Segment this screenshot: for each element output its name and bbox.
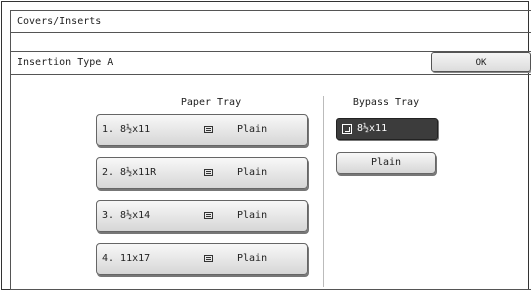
insertion-type-label: Insertion Type A bbox=[17, 57, 114, 68]
paper-tray-button-2[interactable]: 2. 8½x11R Plain bbox=[96, 157, 308, 189]
paper-type-label: Plain bbox=[237, 210, 268, 221]
paper-tray-button-4[interactable]: 4. 11x17 Plain bbox=[96, 243, 308, 275]
paper-tray-button-3[interactable]: 3. 8½x14 Plain bbox=[96, 200, 308, 232]
paper-tray-icon bbox=[204, 212, 213, 219]
bypass-type-button[interactable]: Plain bbox=[336, 152, 436, 174]
window-title: Covers/Inserts bbox=[11, 11, 531, 33]
bypass-tray-icon bbox=[342, 124, 352, 134]
paper-tray-button-1[interactable]: 1. 8½x11 Plain bbox=[96, 114, 308, 146]
paper-type-label: Plain bbox=[237, 167, 268, 178]
tray-size-label: 1. 8½x11 bbox=[102, 124, 151, 135]
bypass-size-button[interactable]: 8½x11 bbox=[336, 118, 438, 140]
paper-tray-icon bbox=[204, 169, 213, 176]
bypass-size-label: 8½x11 bbox=[357, 123, 388, 134]
bypass-tray-heading: Bypass Tray bbox=[352, 97, 420, 108]
tray-size-label: 3. 8½x14 bbox=[102, 210, 151, 221]
section-divider bbox=[323, 96, 324, 287]
paper-tray-icon bbox=[204, 126, 213, 133]
dialog-frame: Covers/Inserts Insertion Type A OK Paper… bbox=[1, 1, 531, 290]
paper-type-label: Plain bbox=[237, 253, 268, 264]
tray-selection-area: Paper Tray Bypass Tray 1. 8½x11 Plain 2.… bbox=[11, 76, 531, 291]
dialog-panel: Covers/Inserts Insertion Type A OK Paper… bbox=[10, 10, 531, 290]
paper-type-label: Plain bbox=[237, 124, 268, 135]
tray-size-label: 4. 11x17 bbox=[102, 253, 151, 264]
ok-button[interactable]: OK bbox=[431, 52, 531, 72]
paper-tray-icon bbox=[204, 255, 213, 262]
tray-size-label: 2. 8½x11R bbox=[102, 167, 157, 178]
